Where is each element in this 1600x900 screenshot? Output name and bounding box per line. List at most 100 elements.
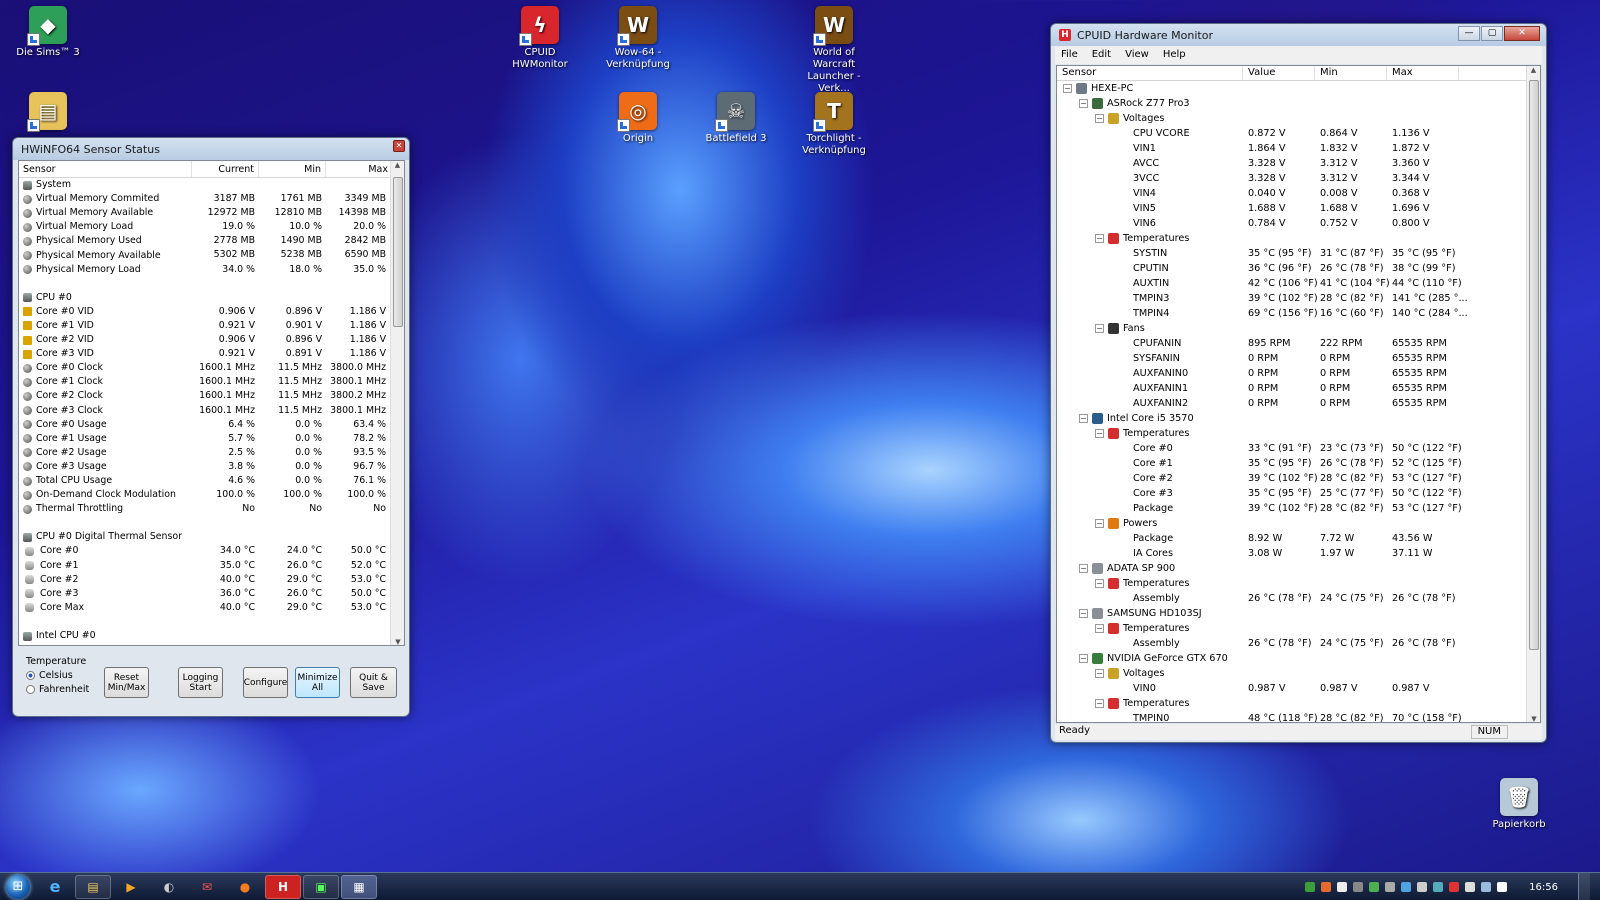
collapse-icon[interactable]: − (1079, 654, 1088, 663)
table-row[interactable]: System (19, 178, 404, 192)
tray-speaker-icon[interactable] (1465, 882, 1476, 892)
close-icon[interactable]: ✕ (1504, 26, 1540, 41)
quit-save-button[interactable]: Quit & Save (350, 667, 397, 698)
tree-row[interactable]: Core #1 35 °C (95 °F) 26 °C (78 °F) 52 °C (… (1057, 456, 1540, 471)
tree-row[interactable]: Core #3 35 °C (95 °F) 25 °C (77 °F) 50 °C (… (1057, 486, 1540, 501)
collapse-icon[interactable]: − (1079, 609, 1088, 618)
collapse-icon[interactable]: − (1095, 234, 1104, 243)
tray-monitor-icon[interactable] (1337, 882, 1348, 892)
table-row[interactable]: Core #0 VID 0.906 V 0.896 V 1.186 V (19, 305, 404, 319)
collapse-icon[interactable]: − (1079, 564, 1088, 573)
tray-hardware-icon[interactable] (1385, 882, 1396, 892)
tree-row[interactable]: − Voltages (1057, 111, 1540, 126)
col-min[interactable]: Min (1315, 66, 1387, 80)
tree-row[interactable]: − Temperatures (1057, 426, 1540, 441)
tray-device-icon[interactable] (1353, 882, 1364, 892)
collapse-icon[interactable]: − (1079, 99, 1088, 108)
table-row[interactable]: Core #2 40.0 °C 29.0 °C 53.0 °C (19, 573, 404, 587)
tree-row[interactable]: − Intel Core i5 3570 (1057, 411, 1540, 426)
desktop-shortcut[interactable]: ◆ Die Sims™ 3 (5, 6, 91, 59)
desktop-shortcut[interactable]: ☠ Battlefield 3 (693, 92, 779, 145)
desktop-shortcut[interactable]: ◎ Origin (595, 92, 681, 145)
tree-row[interactable]: CPUFANIN 895 RPM 222 RPM 65535 RPM (1057, 336, 1540, 351)
tree-row[interactable]: Assembly 26 °C (78 °F) 24 °C (75 °F) 26 °C … (1057, 636, 1540, 651)
fahrenheit-radio[interactable]: Fahrenheit (26, 684, 89, 695)
scroll-up-icon[interactable]: ▲ (391, 161, 404, 169)
tray-bluetooth-icon[interactable] (1401, 882, 1412, 892)
clock[interactable]: 16:56 (1529, 882, 1558, 893)
steam-icon[interactable]: ◐ (151, 875, 187, 899)
collapse-icon[interactable]: − (1095, 624, 1104, 633)
tree-row[interactable]: VIN1 1.864 V 1.832 V 1.872 V (1057, 141, 1540, 156)
table-row[interactable]: Virtual Memory Available 12972 MB 12810 MB… (19, 206, 404, 220)
table-row[interactable]: Thermal Throttling No No No (19, 502, 404, 516)
show-desktop-button[interactable] (1578, 873, 1590, 900)
desktop-shortcut[interactable]: ϟ CPUID HWMonitor (497, 6, 583, 71)
table-row[interactable]: CPU #0 Digital Thermal Sensor (19, 530, 404, 544)
tree-row[interactable]: Assembly 26 °C (78 °F) 24 °C (75 °F) 26 °C … (1057, 591, 1540, 606)
collapse-icon[interactable]: − (1079, 414, 1088, 423)
table-row[interactable]: Core #1 VID 0.921 V 0.901 V 1.186 V (19, 319, 404, 333)
table-row[interactable]: Core #3 VID 0.921 V 0.891 V 1.186 V (19, 347, 404, 361)
tree-row[interactable]: − SAMSUNG HD103SJ (1057, 606, 1540, 621)
tree-row[interactable]: SYSTIN 35 °C (95 °F) 31 °C (87 °F) 35 °C (9… (1057, 246, 1540, 261)
start-button[interactable]: ⊞ (0, 873, 36, 900)
tray-display-icon[interactable] (1481, 882, 1492, 892)
tree-row[interactable]: Core #2 39 °C (102 °F) 28 °C (82 °F) 53 °C … (1057, 471, 1540, 486)
scroll-up-icon[interactable]: ▲ (1527, 66, 1540, 74)
radio-selected-icon[interactable] (26, 671, 35, 680)
tray-flag-icon[interactable] (1497, 882, 1508, 892)
tree-row[interactable]: AUXFANIN2 0 RPM 0 RPM 65535 RPM (1057, 396, 1540, 411)
table-row[interactable]: Core #2 Usage 2.5 % 0.0 % 93.5 % (19, 446, 404, 460)
scroll-thumb[interactable] (1529, 80, 1539, 650)
table-row[interactable]: On-Demand Clock Modulation 100.0 % 100.0 %… (19, 488, 404, 502)
table-row[interactable]: Total CPU Usage 4.6 % 0.0 % 76.1 % (19, 474, 404, 488)
col-max[interactable]: Max (1387, 66, 1459, 80)
collapse-icon[interactable]: − (1095, 669, 1104, 678)
tree-row[interactable]: − Temperatures (1057, 696, 1540, 711)
collapse-icon[interactable]: − (1095, 429, 1104, 438)
table-row[interactable]: Core #0 34.0 °C 24.0 °C 50.0 °C (19, 544, 404, 558)
tree-row[interactable]: Package 39 °C (102 °F) 28 °C (82 °F) 53 °C … (1057, 501, 1540, 516)
table-row[interactable]: Core #3 Usage 3.8 % 0.0 % 96.7 % (19, 460, 404, 474)
col-value[interactable]: Value (1243, 66, 1315, 80)
logging-start-button[interactable]: Logging Start (178, 667, 223, 698)
collapse-icon[interactable]: − (1095, 519, 1104, 528)
hwinfo-titlebar[interactable]: HWiNFO64 Sensor Status (13, 138, 409, 160)
tree-row[interactable]: AUXFANIN1 0 RPM 0 RPM 65535 RPM (1057, 381, 1540, 396)
col-max[interactable]: Max (326, 161, 392, 177)
table-row[interactable] (19, 615, 404, 629)
desktop-shortcut[interactable]: W World of Warcraft Launcher - Verk... (791, 6, 877, 95)
minimize-all-button[interactable]: Minimize All (295, 667, 340, 698)
table-row[interactable]: Core Max 40.0 °C 29.0 °C 53.0 °C (19, 601, 404, 615)
tree-row[interactable]: TMPIN0 48 °C (118 °F) 28 °C (82 °F) 70 °C (… (1057, 711, 1540, 722)
tray-app-icon[interactable] (1305, 882, 1316, 892)
hwinfo-taskbar-icon[interactable]: ▦ (341, 874, 377, 899)
table-row[interactable]: Physical Memory Available 5302 MB 5238 MB 6… (19, 248, 404, 262)
col-min[interactable]: Min (259, 161, 326, 177)
table-row[interactable]: Intel CPU #0 (19, 629, 404, 643)
internet-explorer-icon[interactable]: e (37, 875, 73, 899)
tree-row[interactable]: − Temperatures (1057, 576, 1540, 591)
tree-row[interactable]: SYSFANIN 0 RPM 0 RPM 65535 RPM (1057, 351, 1540, 366)
table-row[interactable]: CPU #0 (19, 291, 404, 305)
tree-row[interactable]: − Fans (1057, 321, 1540, 336)
table-row[interactable]: Core #0 Clock 1600.1 MHz 11.5 MHz 3800.0 MH… (19, 361, 404, 375)
collapse-icon[interactable]: − (1095, 114, 1104, 123)
configure-button[interactable]: Configure (243, 667, 288, 698)
table-row[interactable]: Physical Memory Load 34.0 % 18.0 % 35.0 % (19, 263, 404, 277)
collapse-icon[interactable]: − (1095, 699, 1104, 708)
tree-row[interactable]: AVCC 3.328 V 3.312 V 3.360 V (1057, 156, 1540, 171)
mail-icon[interactable]: ✉ (189, 875, 225, 899)
radio-empty-icon[interactable] (26, 685, 35, 694)
tray-nvidia-icon[interactable] (1369, 882, 1380, 892)
table-row[interactable]: Physical Memory Used 2778 MB 1490 MB 2842 M… (19, 234, 404, 248)
tree-row[interactable]: TMPIN3 39 °C (102 °F) 28 °C (82 °F) 141 °C … (1057, 291, 1540, 306)
minimize-icon[interactable]: — (1458, 26, 1480, 41)
collapse-icon[interactable]: − (1095, 579, 1104, 588)
tree-row[interactable]: TMPIN4 69 °C (156 °F) 16 °C (60 °F) 140 °C … (1057, 306, 1540, 321)
col-current[interactable]: Current (192, 161, 259, 177)
table-row[interactable]: Core #2 VID 0.906 V 0.896 V 1.186 V (19, 333, 404, 347)
tree-row[interactable]: Core #0 33 °C (91 °F) 23 °C (73 °F) 50 °C (… (1057, 441, 1540, 456)
hwinfo-close-icon[interactable]: ✕ (393, 140, 405, 152)
